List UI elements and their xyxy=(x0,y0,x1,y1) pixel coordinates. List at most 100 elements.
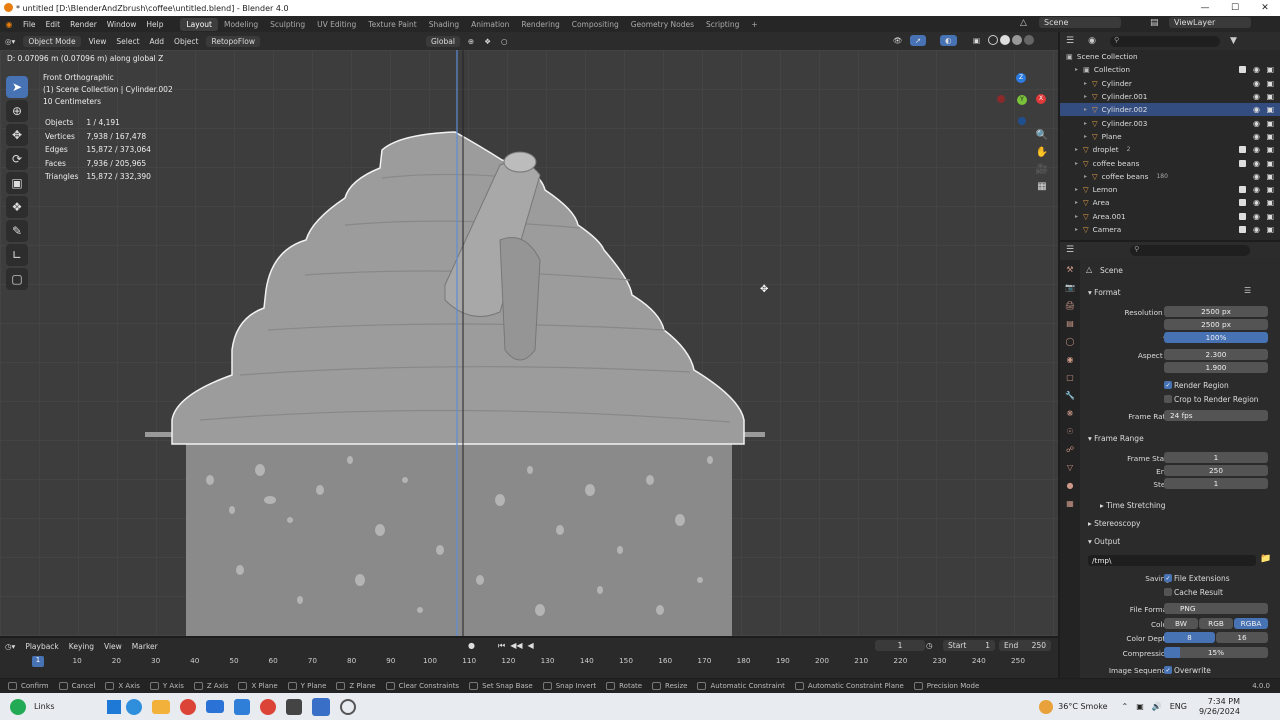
tab-rendering[interactable]: Rendering xyxy=(515,18,565,31)
expand-chevron-icon[interactable]: ▸ xyxy=(1075,199,1083,206)
snap-icon[interactable]: ❖ xyxy=(479,36,496,47)
expand-chevron-icon[interactable]: ▸ xyxy=(1084,133,1092,140)
overlay-toggle-icon[interactable]: ◐ xyxy=(940,35,957,46)
tab-geometry-nodes[interactable]: Geometry Nodes xyxy=(625,18,700,31)
file-format-dropdown[interactable]: PNG xyxy=(1164,603,1268,614)
material-shading-icon[interactable] xyxy=(1012,35,1022,45)
menu-marker[interactable]: Marker xyxy=(127,641,163,652)
transform-tool-icon[interactable]: ❖ xyxy=(6,196,28,218)
menu-playback[interactable]: Playback xyxy=(20,641,63,652)
tray-chevron-icon[interactable]: ⌃ xyxy=(1121,702,1128,711)
folder-browse-icon[interactable]: 📁 xyxy=(1260,554,1271,564)
vscode-icon[interactable] xyxy=(233,698,250,715)
render-camera-icon[interactable]: ▣ xyxy=(1266,132,1274,141)
windows-start-icon[interactable] xyxy=(106,699,121,714)
tab-animation[interactable]: Animation xyxy=(465,18,515,31)
output-path-field[interactable]: /tmp\ xyxy=(1088,555,1256,566)
frame-step-field[interactable]: 1 xyxy=(1164,478,1268,489)
render-camera-icon[interactable]: ▣ xyxy=(1266,185,1274,194)
outliner-row[interactable]: ▸ ▽ Cylinder.002 ◉ ▣ xyxy=(1060,103,1280,117)
scene-tab-icon[interactable]: ◯ xyxy=(1060,332,1080,350)
outliner-row[interactable]: ▸ ▽ Camera ◉ ▣ xyxy=(1060,223,1280,236)
resolution-y-field[interactable]: 2500 px xyxy=(1164,319,1268,330)
crop-region-checkbox[interactable] xyxy=(1164,395,1172,403)
overwrite-checkbox[interactable]: ✓ xyxy=(1164,666,1172,674)
outliner-row[interactable]: ▸ ▽ Cylinder ◉ ▣ xyxy=(1060,77,1280,90)
clock[interactable]: 7:34 PM 9/26/2024 xyxy=(1199,697,1240,717)
visibility-eye-icon[interactable]: ◉ xyxy=(1253,65,1260,74)
physics-tab-icon[interactable]: ☉ xyxy=(1060,422,1080,440)
depth-8-button[interactable]: 8 xyxy=(1164,632,1215,643)
jump-start-icon[interactable]: ⏮ xyxy=(498,641,505,651)
exclude-checkbox[interactable] xyxy=(1239,212,1246,220)
frame-start-field[interactable]: 1 xyxy=(1164,452,1268,463)
render-camera-icon[interactable]: ▣ xyxy=(1266,105,1274,114)
rendered-shading-icon[interactable] xyxy=(1024,35,1034,45)
select-box-tool-icon[interactable]: ➤ xyxy=(6,76,28,98)
stereoscopy-panel[interactable]: ▸ Stereoscopy xyxy=(1088,519,1140,528)
exclude-checkbox[interactable] xyxy=(1239,199,1246,207)
outliner-editor-icon[interactable]: ☰ xyxy=(1066,36,1074,46)
menu-window[interactable]: Window xyxy=(102,20,142,29)
render-camera-icon[interactable]: ▣ xyxy=(1266,212,1274,221)
pivot-icon[interactable]: ⊕ xyxy=(463,36,479,47)
prev-key-icon[interactable]: ◀◀ xyxy=(510,641,522,651)
aspect-y-field[interactable]: 1.900 xyxy=(1164,362,1268,373)
3d-viewport[interactable]: D: 0.07096 m (0.07096 m) along global Z … xyxy=(0,50,1058,636)
tool-tab-icon[interactable]: ⚒ xyxy=(1060,260,1080,278)
constraints-tab-icon[interactable]: ☍ xyxy=(1060,440,1080,458)
tab-sculpting[interactable]: Sculpting xyxy=(264,18,311,31)
visibility-eye-icon[interactable]: ◉ xyxy=(1253,119,1260,128)
depth-16-button[interactable]: 16 xyxy=(1216,632,1268,643)
exclude-checkbox[interactable] xyxy=(1239,186,1246,194)
presets-icon[interactable]: ☰ xyxy=(1244,286,1251,295)
minimize-button[interactable]: — xyxy=(1190,3,1220,13)
visibility-eye-icon[interactable]: ◉ xyxy=(1253,145,1260,154)
outliner-row[interactable]: ▸ ▽ Area ◉ ▣ xyxy=(1060,196,1280,209)
exclude-checkbox[interactable] xyxy=(1239,226,1246,233)
tab-texture-paint[interactable]: Texture Paint xyxy=(362,18,422,31)
menu-file[interactable]: File xyxy=(18,20,41,29)
visibility-eye-icon[interactable]: ◉ xyxy=(1253,105,1260,114)
cursor-tool-icon[interactable]: ⊕ xyxy=(6,100,28,122)
blender-task-icon[interactable] xyxy=(311,697,330,716)
material-tab-icon[interactable]: ● xyxy=(1060,476,1080,494)
solid-shading-icon[interactable] xyxy=(1000,35,1010,45)
scale-tool-icon[interactable]: ▣ xyxy=(6,172,28,194)
zoom-icon[interactable]: 🔍 xyxy=(1036,130,1048,141)
render-region-checkbox[interactable]: ✓ xyxy=(1164,381,1172,389)
xray-icon[interactable]: ▣ xyxy=(968,35,985,46)
links-icon[interactable] xyxy=(10,698,26,715)
expand-chevron-icon[interactable]: ▸ xyxy=(1075,146,1083,153)
menu-view[interactable]: View xyxy=(84,36,112,47)
tab-scripting[interactable]: Scripting xyxy=(700,18,745,31)
outliner-row[interactable]: ▸ ▽ coffee beans 180 ◉ ▣ xyxy=(1060,170,1280,183)
render-camera-icon[interactable]: ▣ xyxy=(1266,172,1274,181)
data-tab-icon[interactable]: ▽ xyxy=(1060,458,1080,476)
network-icon[interactable]: ▣ xyxy=(1136,702,1144,711)
links-label[interactable]: Links xyxy=(34,702,55,711)
time-stretching-panel[interactable]: ▸ Time Stretching xyxy=(1100,501,1166,510)
visibility-eye-icon[interactable]: ◉ xyxy=(1253,185,1260,194)
menu-add[interactable]: Add xyxy=(145,36,170,47)
output-tab-icon[interactable]: 🖨 xyxy=(1060,296,1080,314)
properties-search-icon[interactable]: ⚲ xyxy=(1130,244,1251,256)
render-camera-icon[interactable]: ▣ xyxy=(1266,119,1274,128)
file-extensions-checkbox[interactable]: ✓ xyxy=(1164,574,1172,582)
resolution-x-field[interactable]: 2500 px xyxy=(1164,306,1268,317)
record-icon[interactable]: ● xyxy=(468,641,475,650)
move-tool-icon[interactable]: ✥ xyxy=(6,124,28,146)
expand-chevron-icon[interactable]: ▸ xyxy=(1075,160,1083,167)
expand-chevron-icon[interactable]: ▸ xyxy=(1084,80,1092,87)
rotate-tool-icon[interactable]: ⟳ xyxy=(6,148,28,170)
expand-chevron-icon[interactable]: ▸ xyxy=(1084,106,1092,113)
chrome-profile-icon[interactable] xyxy=(259,698,276,715)
outliner-row[interactable]: ▸ ▽ Area.001 ◉ ▣ xyxy=(1060,210,1280,223)
menu-timeline-view[interactable]: View xyxy=(99,641,127,652)
visibility-eye-icon[interactable]: ◉ xyxy=(1253,79,1260,88)
output-panel-header[interactable]: ▾ Output xyxy=(1088,537,1120,546)
outliner-scene-collection[interactable]: ▣ Scene Collection xyxy=(1060,50,1280,63)
render-camera-icon[interactable]: ▣ xyxy=(1266,92,1274,101)
expand-chevron-icon[interactable]: ▸ xyxy=(1075,66,1083,73)
mail-icon[interactable] xyxy=(205,700,224,713)
